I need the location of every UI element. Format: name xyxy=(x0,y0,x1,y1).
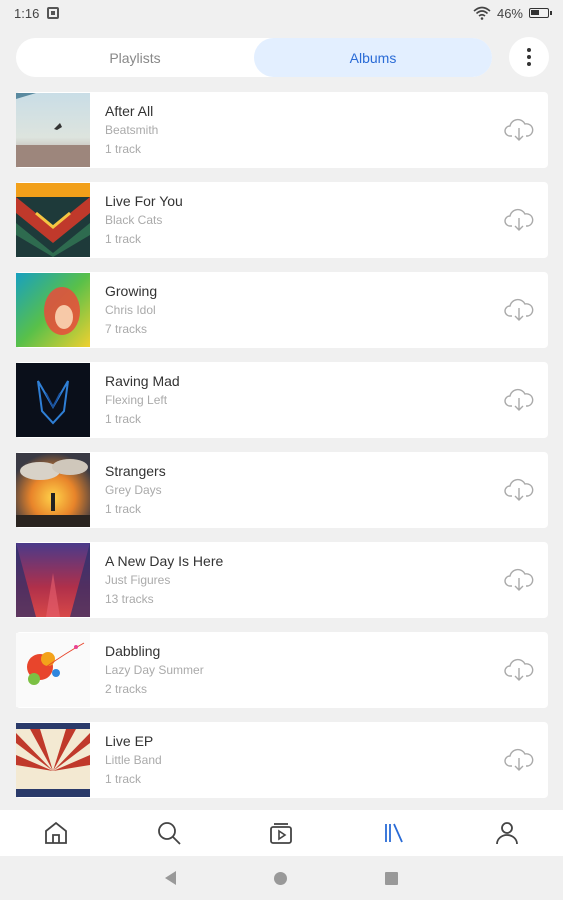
nav-library[interactable] xyxy=(338,810,451,856)
album-track-count: 1 track xyxy=(105,231,142,246)
album-track-count: 2 tracks xyxy=(105,681,148,696)
album-cover xyxy=(16,633,90,707)
profile-icon xyxy=(495,822,518,845)
nav-videos[interactable] xyxy=(225,810,338,856)
tab-playlists[interactable]: Playlists xyxy=(16,38,254,77)
album-artist: Chris Idol xyxy=(105,302,156,317)
more-vertical-icon xyxy=(527,47,531,68)
cloud-download-icon[interactable] xyxy=(504,656,534,682)
album-artist: Black Cats xyxy=(105,212,163,227)
more-options-button[interactable] xyxy=(509,37,549,77)
battery-icon xyxy=(529,8,552,18)
album-item[interactable]: Dabbling Lazy Day Summer 2 tracks xyxy=(16,632,548,708)
tab-albums[interactable]: Albums xyxy=(254,38,492,77)
bottom-navigation xyxy=(0,810,563,856)
album-title: Live For You xyxy=(105,192,183,209)
album-track-count: 1 track xyxy=(105,501,142,516)
home-circle-icon[interactable] xyxy=(274,871,287,885)
album-artist: Grey Days xyxy=(105,482,162,497)
album-title: Raving Mad xyxy=(105,372,180,389)
cloud-download-icon[interactable] xyxy=(504,206,534,232)
album-cover xyxy=(16,723,90,797)
album-artist: Little Band xyxy=(105,752,162,767)
album-title: After All xyxy=(105,102,154,119)
wifi-icon xyxy=(473,6,491,20)
album-artist: Flexing Left xyxy=(105,392,168,407)
album-track-count: 13 tracks xyxy=(105,591,154,606)
album-cover xyxy=(16,183,90,257)
back-icon[interactable] xyxy=(165,871,176,885)
album-title: Growing xyxy=(105,282,158,299)
library-icon xyxy=(385,823,403,843)
album-cover xyxy=(16,93,90,167)
album-item[interactable]: Raving Mad Flexing Left 1 track xyxy=(16,362,548,438)
album-cover xyxy=(16,543,90,617)
album-list: After All Beatsmith 1 track Live For You… xyxy=(16,92,548,812)
album-title: Strangers xyxy=(105,462,166,479)
segmented-tabs: Playlists Albums xyxy=(16,38,492,77)
nav-search[interactable] xyxy=(113,810,226,856)
battery-percent: 46% xyxy=(496,5,523,21)
album-artist: Beatsmith xyxy=(105,122,159,137)
status-time: 1:16 xyxy=(14,5,40,21)
cloud-download-icon[interactable] xyxy=(504,296,534,322)
album-item[interactable]: Live EP Little Band 1 track xyxy=(16,722,548,798)
status-bar: 1:16 46% xyxy=(0,0,563,26)
album-track-count: 1 track xyxy=(105,141,142,156)
album-artist: Just Figures xyxy=(105,572,171,587)
album-track-count: 1 track xyxy=(105,771,142,786)
nav-home[interactable] xyxy=(0,810,113,856)
album-item[interactable]: Strangers Grey Days 1 track xyxy=(16,452,548,528)
album-item[interactable]: A New Day Is Here Just Figures 13 tracks xyxy=(16,542,548,618)
nav-profile[interactable] xyxy=(450,810,563,856)
notification-icon xyxy=(47,7,60,19)
album-title: Dabbling xyxy=(105,642,161,659)
cloud-download-icon[interactable] xyxy=(504,386,534,412)
album-track-count: 7 tracks xyxy=(105,321,148,336)
system-navigation xyxy=(0,856,563,900)
album-cover xyxy=(16,363,90,437)
video-icon xyxy=(270,823,293,844)
album-artist: Lazy Day Summer xyxy=(105,662,204,677)
recent-apps-icon[interactable] xyxy=(385,871,398,885)
album-title: Live EP xyxy=(105,732,154,749)
home-icon xyxy=(45,821,68,844)
search-icon xyxy=(157,822,181,845)
album-item[interactable]: After All Beatsmith 1 track xyxy=(16,92,548,168)
album-title: A New Day Is Here xyxy=(105,552,224,569)
cloud-download-icon[interactable] xyxy=(504,746,534,772)
cloud-download-icon[interactable] xyxy=(504,116,534,142)
album-item[interactable]: Live For You Black Cats 1 track xyxy=(16,182,548,258)
cloud-download-icon[interactable] xyxy=(504,566,534,592)
album-cover xyxy=(16,273,90,347)
album-cover xyxy=(16,453,90,527)
album-track-count: 1 track xyxy=(105,411,142,426)
album-item[interactable]: Growing Chris Idol 7 tracks xyxy=(16,272,548,348)
cloud-download-icon[interactable] xyxy=(504,476,534,502)
